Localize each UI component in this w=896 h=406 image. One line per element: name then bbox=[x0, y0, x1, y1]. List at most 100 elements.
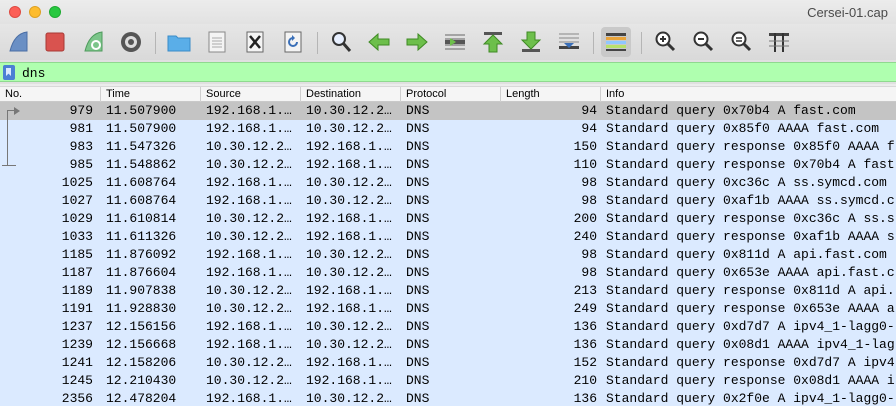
packet-destination: 192.168.1.… bbox=[306, 301, 392, 316]
column-header-length[interactable]: Length bbox=[501, 87, 601, 102]
zoom-in-icon bbox=[655, 31, 676, 52]
packet-info: Standard query 0x85f0 AAAA fast.com bbox=[606, 121, 880, 136]
column-header-source[interactable]: Source bbox=[201, 87, 301, 102]
packet-no: 1191 bbox=[61, 301, 93, 316]
stop-capture-button[interactable] bbox=[40, 27, 70, 57]
packet-length: 98 bbox=[581, 193, 597, 208]
colorize-button[interactable] bbox=[601, 27, 631, 57]
close-window-button[interactable] bbox=[9, 6, 21, 18]
table-row[interactable]: 1237 12.156156 192.168.1.… 10.30.12.2… DNS 13… bbox=[0, 318, 896, 336]
table-row[interactable]: 981 11.507900 192.168.1.… 10.30.12.2… DNS 94 S… bbox=[0, 120, 896, 138]
open-file-button[interactable] bbox=[164, 27, 194, 57]
go-forward-button[interactable] bbox=[402, 27, 432, 57]
toolbar-separator bbox=[317, 32, 318, 54]
packet-no: 1245 bbox=[61, 373, 93, 388]
packet-time: 11.548862 bbox=[106, 157, 177, 172]
packet-source: 10.30.12.2… bbox=[206, 373, 292, 388]
autoscroll-button[interactable] bbox=[554, 27, 584, 57]
resize-columns-button[interactable] bbox=[764, 27, 794, 57]
table-row[interactable]: 1027 11.608764 192.168.1.… 10.30.12.2… DNS 98… bbox=[0, 192, 896, 210]
packet-length: 240 bbox=[573, 229, 597, 244]
go-back-button[interactable] bbox=[364, 27, 394, 57]
packet-no: 1239 bbox=[61, 337, 93, 352]
minimize-window-button[interactable] bbox=[29, 6, 41, 18]
packet-length: 136 bbox=[573, 319, 597, 334]
table-row[interactable]: 985 11.548862 10.30.12.2… 192.168.1.… DNS 110… bbox=[0, 156, 896, 174]
column-header-protocol[interactable]: Protocol bbox=[401, 87, 501, 102]
packet-source: 192.168.1.… bbox=[206, 121, 292, 136]
table-row[interactable]: 1033 11.611326 10.30.12.2… 192.168.1.… DNS 24… bbox=[0, 228, 896, 246]
packet-info: Standard query 0x70b4 A fast.com bbox=[606, 103, 856, 118]
capture-options-icon bbox=[121, 32, 141, 52]
go-first-packet-button[interactable] bbox=[478, 27, 508, 57]
packet-time: 11.876092 bbox=[106, 247, 177, 262]
reload-file-button[interactable] bbox=[278, 27, 308, 57]
find-packet-button[interactable] bbox=[326, 27, 356, 57]
zoom-out-button[interactable] bbox=[688, 27, 718, 57]
packet-time: 11.547326 bbox=[106, 139, 177, 154]
zoom-out-icon bbox=[693, 31, 714, 52]
packet-protocol: DNS bbox=[406, 337, 430, 352]
display-filter-input[interactable] bbox=[22, 65, 882, 81]
zoom-in-button[interactable] bbox=[650, 27, 680, 57]
restart-capture-button[interactable] bbox=[80, 27, 110, 57]
packet-protocol: DNS bbox=[406, 247, 430, 262]
colorize-icon bbox=[606, 33, 626, 51]
packet-destination: 192.168.1.… bbox=[306, 283, 392, 298]
packet-time: 11.507900 bbox=[106, 103, 177, 118]
column-header-time[interactable]: Time bbox=[101, 87, 201, 102]
packet-source: 10.30.12.2… bbox=[206, 139, 292, 154]
packet-info: Standard query response 0xd7d7 A ipv4 bbox=[606, 355, 895, 370]
packet-source: 192.168.1.… bbox=[206, 337, 292, 352]
table-row[interactable]: 1239 12.156668 192.168.1.… 10.30.12.2… DNS 13… bbox=[0, 336, 896, 354]
table-row[interactable]: 1029 11.610814 10.30.12.2… 192.168.1.… DNS 20… bbox=[0, 210, 896, 228]
table-row[interactable]: 1187 11.876604 192.168.1.… 10.30.12.2… DNS 98… bbox=[0, 264, 896, 282]
table-row[interactable]: 2356 12.478204 192.168.1.… 10.30.12.2… DNS 13… bbox=[0, 390, 896, 406]
packet-destination: 192.168.1.… bbox=[306, 157, 392, 172]
table-row[interactable]: 979 11.507900 192.168.1.… 10.30.12.2… DNS 94 S… bbox=[0, 102, 896, 120]
packet-no: 1241 bbox=[61, 355, 93, 370]
table-row[interactable]: 983 11.547326 10.30.12.2… 192.168.1.… DNS 150… bbox=[0, 138, 896, 156]
packet-destination: 192.168.1.… bbox=[306, 139, 392, 154]
packet-source: 192.168.1.… bbox=[206, 103, 292, 118]
toolbar-separator bbox=[593, 32, 594, 54]
display-filter-bar bbox=[0, 62, 896, 82]
packet-source: 10.30.12.2… bbox=[206, 229, 292, 244]
packet-source: 10.30.12.2… bbox=[206, 301, 292, 316]
go-to-packet-icon bbox=[445, 34, 465, 50]
packet-length: 249 bbox=[573, 301, 597, 316]
go-to-packet-button[interactable] bbox=[440, 27, 470, 57]
packet-list[interactable]: 979 11.507900 192.168.1.… 10.30.12.2… DNS 94 S… bbox=[0, 102, 896, 406]
table-row[interactable]: 1191 11.928830 10.30.12.2… 192.168.1.… DNS 24… bbox=[0, 300, 896, 318]
start-capture-button[interactable] bbox=[5, 27, 35, 57]
packet-time: 11.507900 bbox=[106, 121, 177, 136]
filter-bookmark-icon[interactable] bbox=[3, 65, 15, 80]
packet-time: 11.608764 bbox=[106, 193, 177, 208]
table-row[interactable]: 1245 12.210430 10.30.12.2… 192.168.1.… DNS 21… bbox=[0, 372, 896, 390]
save-file-button[interactable] bbox=[202, 27, 232, 57]
close-file-button[interactable] bbox=[240, 27, 270, 57]
packet-info: Standard query 0xc36c A ss.symcd.com bbox=[606, 175, 887, 190]
go-last-packet-button[interactable] bbox=[516, 27, 546, 57]
table-row[interactable]: 1189 11.907838 10.30.12.2… 192.168.1.… DNS 21… bbox=[0, 282, 896, 300]
column-header-destination[interactable]: Destination bbox=[301, 87, 401, 102]
table-row[interactable]: 1241 12.158206 10.30.12.2… 192.168.1.… DNS 15… bbox=[0, 354, 896, 372]
packet-destination: 192.168.1.… bbox=[306, 211, 392, 226]
packet-destination: 10.30.12.2… bbox=[306, 103, 392, 118]
column-header-info[interactable]: Info bbox=[601, 87, 896, 102]
capture-options-button[interactable] bbox=[116, 27, 146, 57]
packet-protocol: DNS bbox=[406, 193, 430, 208]
table-row[interactable]: 1025 11.608764 192.168.1.… 10.30.12.2… DNS 98… bbox=[0, 174, 896, 192]
packet-protocol: DNS bbox=[406, 229, 430, 244]
maximize-window-button[interactable] bbox=[49, 6, 61, 18]
normal-size-button[interactable] bbox=[726, 27, 756, 57]
packet-protocol: DNS bbox=[406, 139, 430, 154]
packet-protocol: DNS bbox=[406, 319, 430, 334]
save-file-icon bbox=[208, 31, 226, 53]
column-header-no[interactable]: No. bbox=[0, 87, 101, 102]
packet-info: Standard query 0xd7d7 A ipv4_1-lagg0- bbox=[606, 319, 895, 334]
packet-source: 10.30.12.2… bbox=[206, 157, 292, 172]
packet-time: 11.928830 bbox=[106, 301, 177, 316]
table-row[interactable]: 1185 11.876092 192.168.1.… 10.30.12.2… DNS 98… bbox=[0, 246, 896, 264]
open-file-icon bbox=[167, 35, 191, 52]
